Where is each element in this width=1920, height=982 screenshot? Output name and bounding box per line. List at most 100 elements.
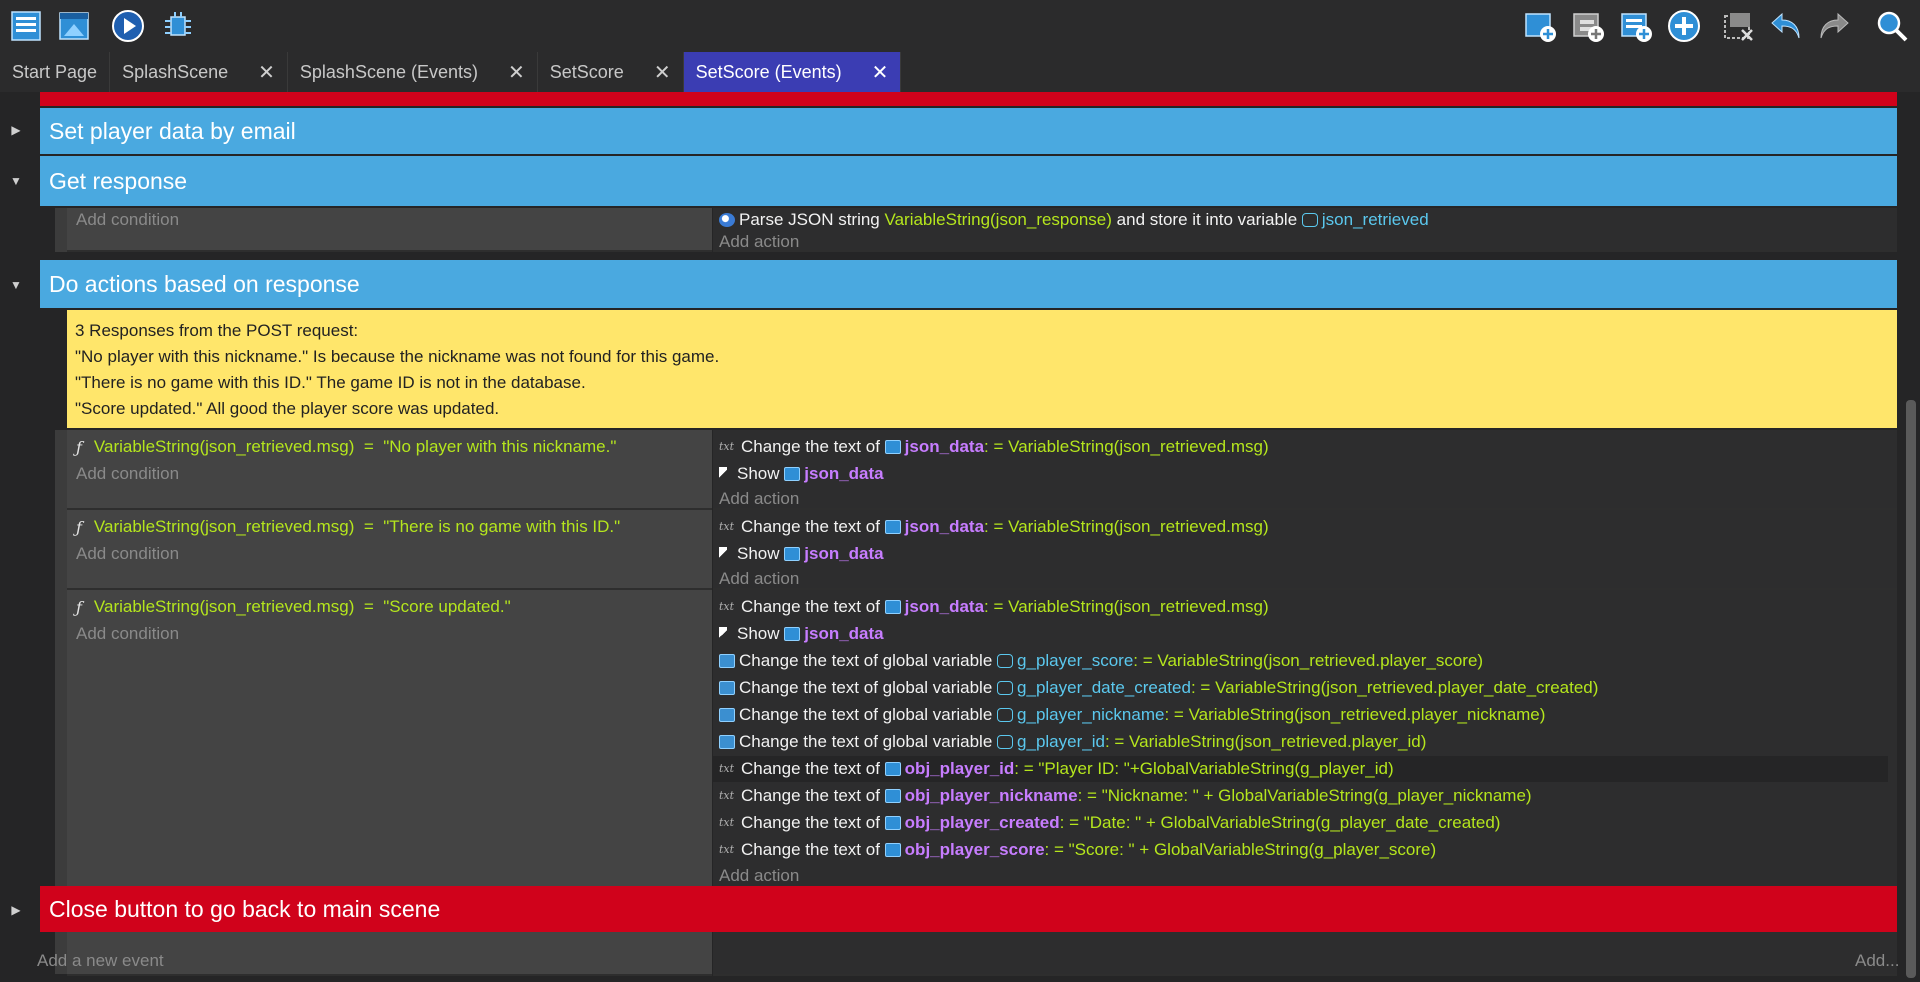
tab-splashscene[interactable]: SplashScene ✕ [110,52,288,92]
object-icon [884,440,901,454]
function-icon: ƒ [76,517,82,537]
tab-setscore[interactable]: SetScore ✕ [538,52,684,92]
comment-block[interactable]: 3 Responses from the POST request: "No p… [67,310,1897,428]
add-action-link[interactable]: Add action [719,487,799,511]
actions-panel[interactable]: txt Change the text of json_data : = Var… [713,430,1897,510]
group-title: Get response [49,167,188,194]
condition-compare-string[interactable]: ƒ VariableString(json_retrieved.msg) = "… [76,515,620,539]
conditions-panel[interactable]: Add condition [67,208,712,252]
action-change-text[interactable]: txt Change the text of obj_player_nickna… [719,784,1532,808]
function-icon: ƒ [76,437,82,457]
search-icon[interactable] [1872,6,1912,46]
text-icon: txt [719,762,735,775]
action-show-object[interactable]: Show json_data [719,462,884,486]
add-action-link[interactable]: Add action [719,567,799,591]
object-icon [884,789,901,803]
tab-setscore-events[interactable]: SetScore (Events) ✕ [683,52,902,92]
vertical-scrollbar[interactable] [1906,400,1916,978]
event-gutter [55,208,67,252]
group-close-button[interactable]: Close button to go back to main scene [40,886,1897,932]
tab-label: SetScore (Events) [695,61,842,82]
add-condition-link[interactable]: Add condition [76,462,179,486]
add-more-link[interactable]: Add... [1855,951,1899,971]
comment-line: 3 Responses from the POST request: [75,321,359,340]
object-icon [884,520,901,534]
add-event-icon[interactable] [1520,6,1560,46]
action-show-object[interactable]: Show json_data [719,622,884,646]
conditions-panel[interactable]: ƒ VariableString(json_retrieved.msg) = "… [67,510,712,590]
text-icon: txt [719,600,735,613]
close-icon[interactable]: ✕ [872,60,889,85]
variable-icon [997,735,1014,749]
tab-start-page[interactable]: Start Page [0,52,111,92]
action-parse-json[interactable]: Parse JSON string VariableString(json_re… [719,208,1429,232]
action-change-text[interactable]: txt Change the text of obj_player_id : =… [719,757,1394,781]
previous-group-bar [40,92,1897,106]
expand-arrow-icon[interactable]: ▶ [6,886,26,934]
text-icon: txt [719,843,735,856]
play-icon[interactable] [108,6,148,46]
condition-compare-string[interactable]: ƒ VariableString(json_retrieved.msg) = "… [76,595,511,619]
undo-icon[interactable] [1766,6,1806,46]
actions-panel[interactable]: txt Change the text of json_data : = Var… [713,510,1897,590]
object-icon [784,467,801,481]
action-change-text[interactable]: txt Change the text of json_data : = Var… [719,595,1269,619]
object-icon [884,600,901,614]
collapse-arrow-icon[interactable]: ▼ [6,156,26,206]
add-new-event-link[interactable]: Add a new event [37,951,164,971]
variable-icon [997,708,1014,722]
group-title: Do actions based on response [49,270,360,297]
add-action-link[interactable]: Add action [719,230,799,254]
text-icon: txt [719,520,735,533]
action-change-global-variable[interactable]: Change the text of global variable g_pla… [719,649,1483,673]
tab-label: Start Page [12,61,98,82]
add-other-icon[interactable] [1664,6,1704,46]
group-set-player-data[interactable]: Set player data by email [40,108,1897,154]
debug-icon[interactable] [158,6,198,46]
group-get-response[interactable]: Get response [40,156,1897,206]
action-change-global-variable[interactable]: Change the text of global variable g_pla… [719,730,1426,754]
variable-icon [997,681,1014,695]
object-icon [784,547,801,561]
text-icon: txt [719,816,735,829]
close-icon[interactable]: ✕ [508,60,525,85]
delete-icon[interactable] [1718,6,1758,46]
scene-icon[interactable] [54,6,94,46]
tab-label: SplashScene (Events) [299,61,478,82]
editor-tabs: Start Page SplashScene ✕ SplashScene (Ev… [0,52,1920,92]
object-icon [884,762,901,776]
comment-line: "There is no game with this ID." The gam… [75,373,586,392]
add-condition-link[interactable]: Add condition [76,208,179,232]
add-subevent-icon[interactable] [1568,6,1608,46]
object-icon [884,816,901,830]
expand-arrow-icon[interactable]: ▶ [6,106,26,154]
group-title: Set player data by email [49,117,296,144]
add-condition-link[interactable]: Add condition [76,622,179,646]
add-action-link[interactable]: Add action [719,864,799,888]
add-condition-link[interactable]: Add condition [76,542,179,566]
variable-icon [997,654,1014,668]
action-show-object[interactable]: Show json_data [719,542,884,566]
action-change-global-variable[interactable]: Change the text of global variable g_pla… [719,703,1545,727]
conditions-panel[interactable]: ƒ VariableString(json_retrieved.msg) = "… [67,430,712,510]
events-sheet: ▶ Set player data by email ▼ Get respons… [0,92,1920,982]
action-change-global-variable[interactable]: Change the text of global variable g_pla… [719,676,1598,700]
function-icon: ƒ [76,597,82,617]
action-change-text[interactable]: txt Change the text of obj_player_score … [719,838,1436,862]
actions-panel[interactable]: Parse JSON string VariableString(json_re… [713,208,1897,252]
text-icon: txt [719,440,735,453]
action-change-text[interactable]: txt Change the text of json_data : = Var… [719,515,1269,539]
action-change-text[interactable]: txt Change the text of json_data : = Var… [719,435,1269,459]
collapse-arrow-icon[interactable]: ▼ [6,260,26,310]
condition-compare-string[interactable]: ƒ VariableString(json_retrieved.msg) = "… [76,435,616,459]
close-icon[interactable]: ✕ [258,60,275,85]
tab-splashscene-events[interactable]: SplashScene (Events) ✕ [288,52,538,92]
group-do-actions[interactable]: Do actions based on response [40,260,1897,308]
add-comment-icon[interactable] [1616,6,1656,46]
action-change-text[interactable]: txt Change the text of obj_player_create… [719,811,1500,835]
events-list-icon[interactable] [6,6,46,46]
close-icon[interactable]: ✕ [654,60,671,85]
comment-line: "No player with this nickname." Is becau… [75,347,720,366]
redo-icon[interactable] [1814,6,1854,46]
show-icon [719,627,727,641]
